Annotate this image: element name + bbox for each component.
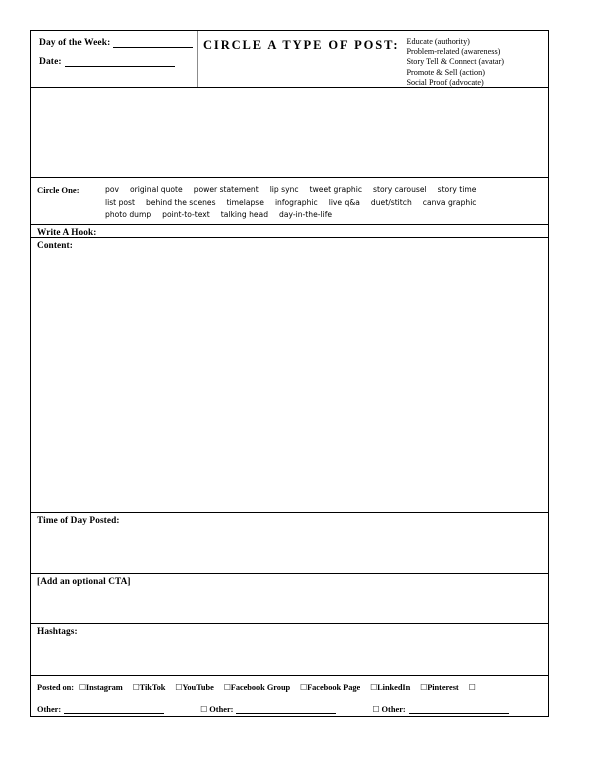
platform-checkbox-linkedin[interactable]: □LinkedIn — [370, 682, 411, 692]
date-input-rule[interactable] — [64, 57, 175, 67]
platform-checkbox-facebook-page[interactable]: □Facebook Page — [300, 682, 361, 692]
header-left-fields: Day of the Week: Date: — [31, 31, 198, 87]
post-type-option[interactable]: Promote & Sell (action) — [406, 68, 504, 78]
hashtags-label: Hashtags: — [37, 627, 78, 637]
content-label: Content: — [37, 241, 73, 251]
platform-label: Pinterest — [427, 683, 459, 692]
circle-option[interactable]: infographic — [275, 198, 318, 207]
platform-label: TikTok — [139, 683, 166, 692]
checkbox-icon[interactable]: □ — [200, 704, 207, 713]
circle-option[interactable]: point-to-text — [162, 210, 210, 219]
other-input-rule[interactable] — [236, 705, 337, 714]
worksheet-frame: Day of the Week: Date: CIRCLE A TYPE OF … — [30, 30, 549, 717]
platform-checkbox-tiktok[interactable]: □TikTok — [133, 682, 166, 692]
other-label: Other: — [381, 705, 406, 714]
post-type-option[interactable]: Story Tell & Connect (avatar) — [406, 57, 504, 67]
time-of-day-box[interactable]: Time of Day Posted: — [31, 513, 548, 574]
platform-label: Instagram — [85, 683, 123, 692]
posted-on-box: Posted on: □Instagram □TikTok □YouTube □Face… — [31, 676, 548, 725]
circle-option[interactable]: pov — [105, 185, 119, 194]
platform-label: LinkedIn — [377, 683, 411, 692]
circle-one-options-row-1: pov original quote power statement lip sync… — [105, 184, 487, 197]
posted-on-label: Posted on: — [37, 683, 74, 692]
circle-one-options: pov original quote power statement lip sync… — [105, 184, 487, 222]
platform-label: Facebook Group — [230, 683, 291, 692]
content-box[interactable]: Content: — [31, 238, 548, 513]
blank-notes-box[interactable] — [31, 88, 548, 178]
day-of-week-input-rule[interactable] — [113, 38, 194, 48]
other-field-1[interactable]: Other: — [37, 705, 165, 714]
time-of-day-label: Time of Day Posted: — [37, 516, 120, 526]
other-input-rule[interactable] — [408, 705, 509, 714]
posted-on-other-row: Other: □ Other: □ Other: — [37, 704, 548, 714]
checkbox-icon[interactable]: □ — [372, 704, 379, 713]
circle-option[interactable]: original quote — [130, 185, 183, 194]
platform-checkbox-facebook-group[interactable]: □Facebook Group — [224, 682, 291, 692]
day-of-week-label: Day of the Week: — [39, 38, 111, 48]
other-field-2[interactable]: □ Other: — [200, 704, 337, 714]
header-row: Day of the Week: Date: CIRCLE A TYPE OF … — [31, 31, 548, 88]
circle-option[interactable]: photo dump — [105, 210, 151, 219]
circle-option[interactable]: story time — [438, 185, 477, 194]
post-type-list: Educate (authority) Problem-related (awa… — [406, 37, 504, 88]
circle-option[interactable]: timelapse — [227, 198, 264, 207]
platform-checkbox-instagram[interactable]: □Instagram — [79, 682, 123, 692]
circle-one-options-row-3: photo dump point-to-text talking head day-i… — [105, 209, 487, 222]
write-a-hook-box[interactable]: Write A Hook: — [31, 225, 548, 238]
circle-option[interactable]: live q&a — [329, 198, 360, 207]
circle-one-options-row-2: list post behind the scenes timelapse infog… — [105, 197, 487, 210]
hashtags-box[interactable]: Hashtags: — [31, 624, 548, 676]
write-a-hook-label: Write A Hook: — [37, 228, 97, 238]
platform-checkbox-pinterest[interactable]: □Pinterest — [420, 682, 459, 692]
checkbox-icon[interactable]: □ — [133, 682, 140, 691]
date-field[interactable]: Date: — [39, 57, 197, 67]
circle-option[interactable]: canva graphic — [423, 198, 477, 207]
page-title: CIRCLE A TYPE OF POST: — [203, 38, 400, 52]
trailing-checkbox-icon[interactable]: □ — [469, 682, 476, 691]
circle-option[interactable]: tweet graphic — [310, 185, 362, 194]
circle-option[interactable]: lip sync — [270, 185, 299, 194]
circle-option[interactable]: story carousel — [373, 185, 427, 194]
circle-one-label: Circle One: — [37, 184, 80, 195]
platform-label: YouTube — [182, 683, 214, 692]
circle-option[interactable]: talking head — [221, 210, 268, 219]
day-of-week-field[interactable]: Day of the Week: — [39, 38, 197, 48]
cta-label: [Add an optional CTA] — [37, 577, 131, 587]
other-field-3[interactable]: □ Other: — [372, 704, 509, 714]
circle-option[interactable]: list post — [105, 198, 135, 207]
posted-on-platform-row: Posted on: □Instagram □TikTok □YouTube □Face… — [37, 682, 548, 692]
checkbox-icon[interactable]: □ — [79, 682, 86, 691]
other-label: Other: — [209, 705, 234, 714]
post-type-option[interactable]: Problem-related (awareness) — [406, 47, 504, 57]
cta-box[interactable]: [Add an optional CTA] — [31, 574, 548, 624]
other-label: Other: — [37, 705, 62, 714]
date-label: Date: — [39, 57, 62, 67]
platform-checkbox-youtube[interactable]: □YouTube — [175, 682, 214, 692]
post-type-option[interactable]: Social Proof (advocate) — [406, 78, 504, 88]
circle-option[interactable]: day-in-the-life — [279, 210, 332, 219]
other-input-rule[interactable] — [64, 705, 165, 714]
circle-option[interactable]: duet/stitch — [371, 198, 412, 207]
header-right-types: CIRCLE A TYPE OF POST: Educate (authorit… — [198, 31, 548, 87]
circle-option[interactable]: power statement — [194, 185, 259, 194]
post-type-option[interactable]: Educate (authority) — [406, 37, 504, 47]
checkbox-icon[interactable]: □ — [224, 682, 231, 691]
circle-one-row: Circle One: pov original quote power state… — [31, 178, 548, 225]
circle-option[interactable]: behind the scenes — [146, 198, 216, 207]
platform-label: Facebook Page — [307, 683, 361, 692]
